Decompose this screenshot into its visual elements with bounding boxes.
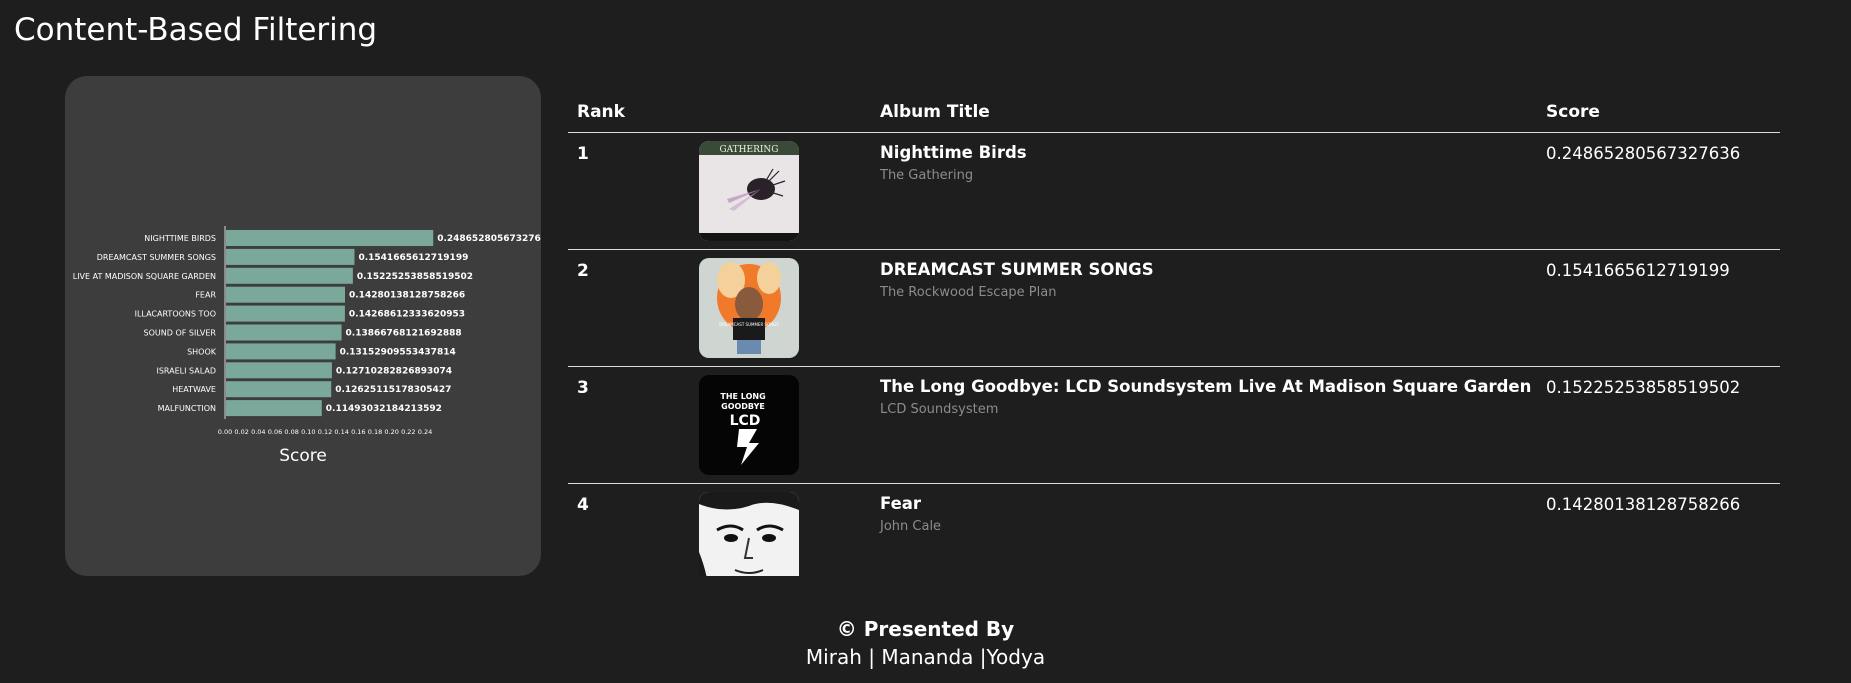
album-title: Nighttime Birds: [880, 143, 1027, 162]
chart-bar: [226, 305, 345, 322]
page-title: Content-Based Filtering: [14, 12, 378, 48]
chart-x-tick-label: 0.06: [268, 428, 282, 436]
footer-names: Mirah | Mananda |Yodya: [805, 645, 1046, 669]
score-bar-chart-svg: NIGHTTIME BIRDS 0.24865280567327636 DREAMC…: [73, 226, 541, 436]
album-cover-image: DREAMCAST SUMMER SONGS: [699, 258, 799, 358]
chart-x-tick-label: 0.04: [251, 428, 265, 436]
chart-category-label: FEAR: [195, 291, 216, 300]
album-cover-image: [699, 492, 799, 576]
chart-value-label: 0.14280138128758266: [349, 291, 465, 301]
chart-value-label: 0.12710282826893074: [336, 366, 452, 376]
chart-x-tick-label: 0.20: [384, 428, 398, 436]
svg-text:GATHERING: GATHERING: [719, 145, 778, 155]
row-rank: 3: [577, 378, 589, 398]
album-artist: The Rockwood Escape Plan: [880, 285, 1057, 300]
chart-value-label: 0.13152909553437814: [340, 347, 456, 357]
chart-category-label: MALFUNCTION: [158, 404, 216, 413]
chart-category-label: SOUND OF SILVER: [144, 329, 217, 338]
table-row: 1 GATHERING Nighttime Birds The Gatherin…: [568, 133, 1780, 250]
row-score: 0.24865280567327636: [1546, 144, 1741, 163]
album-title: Fear: [880, 494, 922, 513]
header-rank: Rank: [577, 102, 625, 122]
table-row: 3 THE LONG GOODBYE LCD The Long Goodbye:…: [568, 367, 1780, 484]
chart-x-tick-label: 0.14: [334, 428, 348, 436]
svg-text:DREAMCAST SUMMER SONGS: DREAMCAST SUMMER SONGS: [719, 322, 779, 327]
album-cover-image: GATHERING: [699, 141, 799, 241]
row-rank: 1: [577, 144, 589, 164]
album-cover-image: THE LONG GOODBYE LCD: [699, 375, 799, 475]
album-title: DREAMCAST SUMMER SONGS: [880, 260, 1154, 279]
chart-x-tick-label: 0.10: [301, 428, 315, 436]
chart-value-label: 0.15225253858519502: [357, 272, 473, 282]
table-row: 2 DREAMCAST SUMMER SONGS DREAMCAST SUMME…: [568, 250, 1780, 367]
table-header: Rank Album Title Score: [568, 96, 1780, 133]
chart-category-label: DREAMCAST SUMMER SONGS: [97, 253, 216, 262]
chart-x-tick-label: 0.18: [368, 428, 382, 436]
chart-bar: [226, 248, 355, 265]
chart-x-tick-label: 0.16: [351, 428, 365, 436]
svg-text:GOODBYE: GOODBYE: [721, 402, 765, 411]
chart-x-tick-label: 0.24: [418, 428, 432, 436]
chart-category-label: LIVE AT MADISON SQUARE GARDEN: [73, 272, 216, 281]
chart-category-label: NIGHTTIME BIRDS: [144, 234, 216, 243]
footer-title: © Presented By: [836, 617, 1015, 641]
row-rank: 4: [577, 495, 589, 515]
chart-value-label: 0.12625115178305427: [335, 385, 451, 395]
chart-x-tick-label: 0.22: [401, 428, 415, 436]
row-score: 0.15225253858519502: [1546, 378, 1741, 397]
chart-value-label: 0.13866768121692888: [346, 329, 462, 339]
chart-bar: [226, 400, 322, 417]
chart-category-label: ILLACARTOONS TOO: [135, 310, 216, 319]
svg-text:LCD: LCD: [730, 413, 761, 429]
svg-text:THE LONG: THE LONG: [720, 392, 765, 401]
chart-x-tick-label: 0.12: [318, 428, 332, 436]
row-rank: 2: [577, 261, 589, 281]
album-artist: LCD Soundsystem: [880, 402, 999, 417]
chart-x-axis-title: Score: [279, 446, 327, 466]
chart-x-tick-label: 0.02: [234, 428, 248, 436]
chart-value-label: 0.24865280567327636: [437, 234, 541, 244]
chart-value-label: 0.11493032184213592: [326, 404, 442, 414]
header-score: Score: [1546, 102, 1600, 122]
row-score: 0.1541665612719199: [1546, 261, 1730, 280]
table-row: 4 Fear John Cale 0.14280138128758266: [568, 484, 1780, 576]
chart-bar: [226, 286, 346, 303]
chart-x-tick-label: 0.08: [284, 428, 298, 436]
header-album-title: Album Title: [880, 102, 990, 122]
album-title: The Long Goodbye: LCD Soundsystem Live A…: [880, 377, 1532, 396]
chart-bar: [226, 362, 332, 379]
chart-bar: [226, 381, 332, 398]
chart-bar: [226, 343, 336, 360]
chart-category-label: SHOOK: [187, 347, 217, 356]
recommendation-table: Rank Album Title Score 1 GATHERING Night…: [568, 96, 1780, 576]
row-score: 0.14280138128758266: [1546, 495, 1741, 514]
score-chart: NIGHTTIME BIRDS 0.24865280567327636 DREAMC…: [65, 76, 541, 576]
album-artist: The Gathering: [880, 168, 974, 183]
chart-category-label: HEATWAVE: [172, 385, 216, 394]
chart-bar: [226, 230, 434, 246]
chart-value-label: 0.1541665612719199: [358, 253, 468, 263]
chart-bar: [226, 324, 342, 341]
chart-x-tick-label: 0.00: [218, 428, 232, 436]
chart-bar: [226, 267, 353, 284]
album-artist: John Cale: [880, 519, 942, 534]
chart-category-label: ISRAELI SALAD: [156, 366, 216, 375]
footer: © Presented By Mirah | Mananda |Yodya: [0, 617, 1851, 669]
chart-value-label: 0.14268612333620953: [349, 310, 465, 320]
